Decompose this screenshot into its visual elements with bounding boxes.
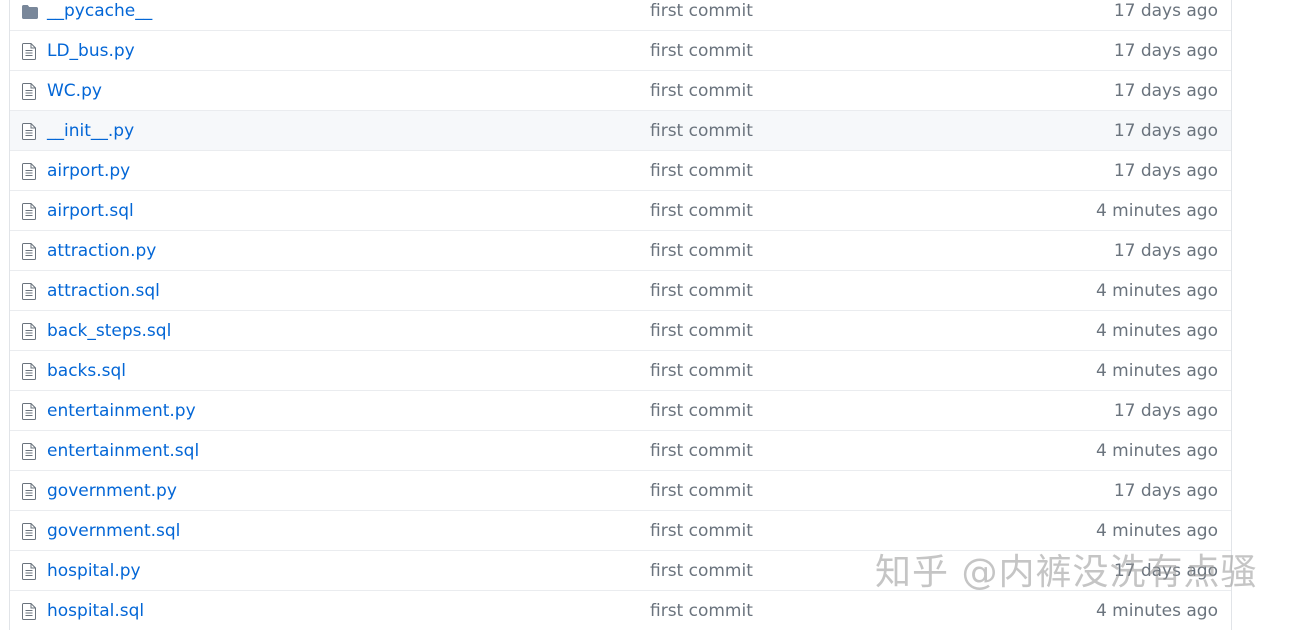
commit-age: 4 minutes ago <box>1095 441 1218 461</box>
file-row[interactable]: government.py first commit 17 days ago <box>10 470 1231 510</box>
file-icon <box>22 483 38 501</box>
commit-message-link[interactable]: first commit <box>650 280 753 302</box>
commit-message-link[interactable]: first commit <box>650 320 753 342</box>
commit-message-link[interactable]: first commit <box>650 80 753 102</box>
commit-message-link[interactable]: first commit <box>650 440 753 462</box>
file-name-link[interactable]: LD_bus.py <box>47 40 135 62</box>
file-row[interactable]: __init__.py first commit 17 days ago <box>10 110 1231 150</box>
file-name-link[interactable]: airport.py <box>47 160 130 182</box>
file-row[interactable]: entertainment.sql first commit 4 minutes a… <box>10 430 1231 470</box>
file-icon <box>22 163 38 181</box>
file-name-link[interactable]: __pycache__ <box>47 0 152 22</box>
file-row[interactable]: attraction.py first commit 17 days ago <box>10 230 1231 270</box>
file-row[interactable]: hospital.sql first commit 4 minutes ago <box>10 590 1231 630</box>
commit-age: 4 minutes ago <box>1095 361 1218 381</box>
file-icon <box>22 203 38 221</box>
file-icon <box>22 443 38 461</box>
commit-age: 17 days ago <box>1113 41 1218 61</box>
file-name-link[interactable]: hospital.py <box>47 560 141 582</box>
file-row[interactable]: back_steps.sql first commit 4 minutes ago <box>10 310 1231 350</box>
commit-message-link[interactable]: first commit <box>650 400 753 422</box>
commit-age: 4 minutes ago <box>1095 321 1218 341</box>
file-name-link[interactable]: entertainment.sql <box>47 440 199 462</box>
file-icon <box>22 243 38 261</box>
commit-age: 17 days ago <box>1113 481 1218 501</box>
file-row[interactable]: backs.sql first commit 4 minutes ago <box>10 350 1231 390</box>
file-icon <box>22 123 38 141</box>
file-row[interactable]: __pycache__ first commit 17 days ago <box>10 0 1231 30</box>
commit-age: 17 days ago <box>1113 81 1218 101</box>
file-icon <box>22 283 38 301</box>
commit-message-link[interactable]: first commit <box>650 360 753 382</box>
file-name-link[interactable]: government.sql <box>47 520 180 542</box>
file-icon <box>22 323 38 341</box>
commit-age: 4 minutes ago <box>1095 601 1218 621</box>
commit-message-link[interactable]: first commit <box>650 560 753 582</box>
commit-age: 17 days ago <box>1113 561 1218 581</box>
file-row[interactable]: government.sql first commit 4 minutes ago <box>10 510 1231 550</box>
commit-message-link[interactable]: first commit <box>650 0 753 22</box>
file-icon <box>22 403 38 421</box>
commit-age: 17 days ago <box>1113 401 1218 421</box>
file-row[interactable]: WC.py first commit 17 days ago <box>10 70 1231 110</box>
file-name-link[interactable]: government.py <box>47 480 177 502</box>
file-row[interactable]: airport.sql first commit 4 minutes ago <box>10 190 1231 230</box>
commit-age: 17 days ago <box>1113 161 1218 181</box>
commit-message-link[interactable]: first commit <box>650 120 753 142</box>
file-row[interactable]: entertainment.py first commit 17 days ago <box>10 390 1231 430</box>
file-name-link[interactable]: __init__.py <box>47 120 134 142</box>
commit-message-link[interactable]: first commit <box>650 160 753 182</box>
file-name-link[interactable]: hospital.sql <box>47 600 144 622</box>
file-name-link[interactable]: backs.sql <box>47 360 126 382</box>
folder-icon <box>22 4 38 22</box>
file-icon <box>22 603 38 621</box>
file-icon <box>22 363 38 381</box>
commit-age: 4 minutes ago <box>1095 521 1218 541</box>
commit-message-link[interactable]: first commit <box>650 40 753 62</box>
file-icon <box>22 83 38 101</box>
commit-age: 17 days ago <box>1113 241 1218 261</box>
file-name-link[interactable]: WC.py <box>47 80 102 102</box>
commit-age: 17 days ago <box>1113 1 1218 21</box>
commit-message-link[interactable]: first commit <box>650 480 753 502</box>
commit-message-link[interactable]: first commit <box>650 520 753 542</box>
file-row[interactable]: attraction.sql first commit 4 minutes ago <box>10 270 1231 310</box>
commit-age: 4 minutes ago <box>1095 281 1218 301</box>
file-list-table: __pycache__ first commit 17 days ago LD_bus… <box>9 0 1232 630</box>
file-name-link[interactable]: entertainment.py <box>47 400 196 422</box>
file-icon <box>22 523 38 541</box>
file-name-link[interactable]: attraction.sql <box>47 280 160 302</box>
file-row[interactable]: airport.py first commit 17 days ago <box>10 150 1231 190</box>
file-name-link[interactable]: back_steps.sql <box>47 320 171 342</box>
commit-message-link[interactable]: first commit <box>650 240 753 262</box>
commit-message-link[interactable]: first commit <box>650 600 753 622</box>
file-name-link[interactable]: attraction.py <box>47 240 156 262</box>
file-icon <box>22 563 38 581</box>
commit-age: 17 days ago <box>1113 121 1218 141</box>
file-name-link[interactable]: airport.sql <box>47 200 134 222</box>
file-row[interactable]: LD_bus.py first commit 17 days ago <box>10 30 1231 70</box>
commit-age: 4 minutes ago <box>1095 201 1218 221</box>
file-icon <box>22 43 38 61</box>
commit-message-link[interactable]: first commit <box>650 200 753 222</box>
file-row[interactable]: hospital.py first commit 17 days ago <box>10 550 1231 590</box>
